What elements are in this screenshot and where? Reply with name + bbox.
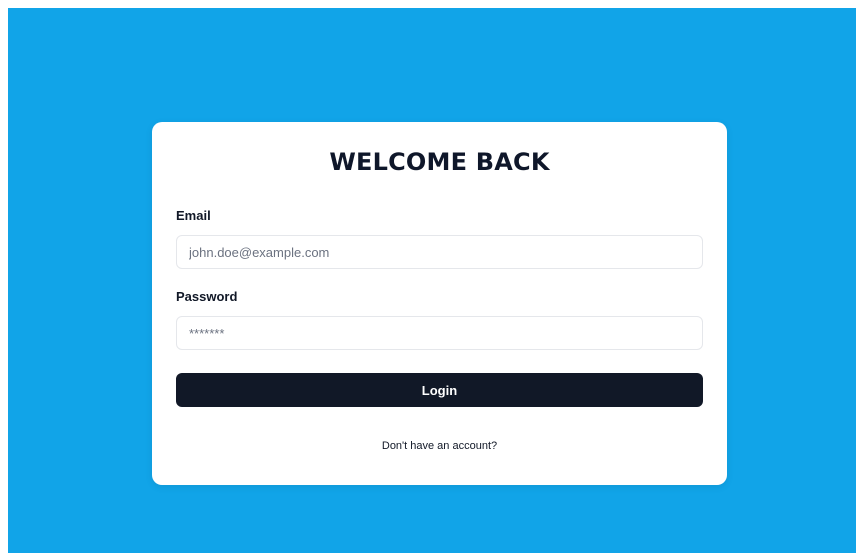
signup-link[interactable]: Don't have an account?: [152, 440, 727, 452]
page-title: WELCOME BACK: [329, 148, 550, 176]
login-card: WELCOME BACK Email Password Login Don't …: [152, 122, 727, 485]
login-button[interactable]: Login: [176, 373, 703, 407]
password-field[interactable]: [176, 316, 703, 350]
email-label: Email: [176, 208, 211, 223]
page-background: WELCOME BACK Email Password Login Don't …: [8, 8, 856, 553]
password-label: Password: [176, 289, 238, 304]
email-field[interactable]: [176, 235, 703, 269]
